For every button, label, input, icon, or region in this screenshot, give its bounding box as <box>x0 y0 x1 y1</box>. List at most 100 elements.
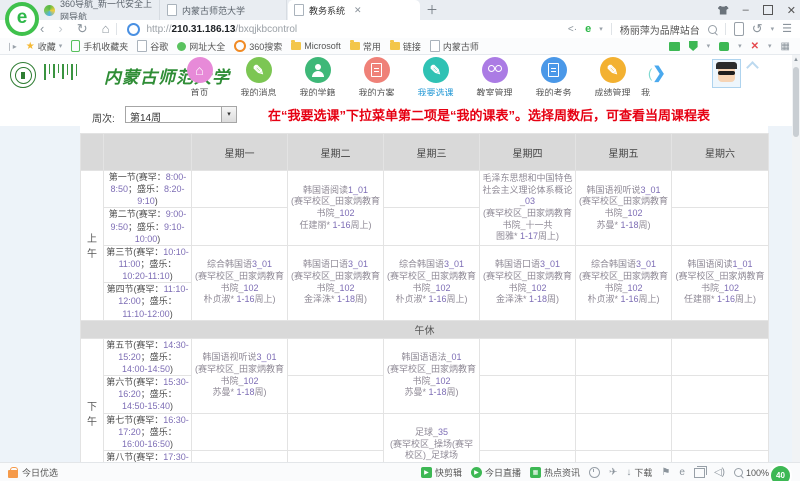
menu-icon[interactable]: ☰ <box>782 21 792 37</box>
apps-grid-icon[interactable]: ▦ <box>781 41 790 52</box>
address-bar: ‹ › ↻ ⌂ http://210.31.186.13/bxqjkbcontr… <box>0 20 800 38</box>
course-cell: 综合韩国语3_01 (赛罕校区_田家炳教育书院_102 朴贞淑* 1-16周上) <box>384 245 480 320</box>
mini-e-icon[interactable]: e <box>585 23 591 35</box>
scrollbar[interactable]: ▲ <box>792 55 800 462</box>
pencil-icon: ✎ <box>253 63 265 77</box>
bookmark-360-search[interactable]: 360搜索 <box>234 40 282 53</box>
bookmark-folder-microsoft[interactable]: Microsoft <box>291 41 341 51</box>
search-input[interactable]: 杨丽萍为品牌站台 <box>620 22 700 37</box>
nav-item-exams[interactable]: 我的考务 <box>524 57 583 99</box>
maximize-button[interactable] <box>763 5 773 15</box>
timetable-cell-empty <box>192 171 288 208</box>
tab-360-nav[interactable]: 360导航_新一代安全上网导航 <box>38 0 160 20</box>
zoom-level[interactable]: 100% <box>734 468 769 478</box>
theme-skin-icon[interactable] <box>718 6 729 15</box>
home-button[interactable]: ⌂ <box>102 21 110 37</box>
tab-bar: e 360导航_新一代安全上网导航 内蒙古师范大学 教务系统 ✕ ＋ – ✕ <box>0 0 800 20</box>
university-seal-icon <box>10 62 36 88</box>
share-icon[interactable]: <· <box>568 24 577 35</box>
browser-logo-icon[interactable]: e <box>5 2 39 36</box>
browser-doctor-icon[interactable]: e <box>679 467 685 478</box>
flag-icon[interactable]: ⚑ <box>661 467 670 478</box>
nav-more-arrow[interactable]: (❯ <box>648 63 666 83</box>
nav-item-grades[interactable]: ✎ 成绩管理 <box>583 57 642 99</box>
bookmark-neimenggu[interactable]: 内蒙古师 <box>430 40 479 53</box>
speed-badge[interactable]: 40 <box>769 464 792 481</box>
multi-window-icon[interactable] <box>694 468 705 478</box>
chevron-down-icon: ▾ <box>771 25 775 33</box>
document-icon <box>371 63 382 77</box>
folder-icon <box>291 42 301 50</box>
translate-extension-icon[interactable] <box>669 42 680 51</box>
forward-button[interactable]: › <box>58 21 62 37</box>
nav-item-messages[interactable]: ✎ 我的消息 <box>229 57 288 99</box>
today-live[interactable]: ▶ 今日直播 <box>471 466 521 479</box>
annotation-text: 在“我要选课”下拉菜单第二项是“我的课表”。选择周数后，可查看当周课程表 <box>268 105 800 124</box>
page-content: 周次: 第14周 ▾ 在“我要选课”下拉菜单第二项是“我的课表”。选择周数后，可… <box>0 96 800 462</box>
addon-extension-icon[interactable] <box>719 42 729 51</box>
minimize-button[interactable]: – <box>743 4 749 16</box>
history-clock-icon[interactable] <box>589 467 600 478</box>
timetable-row: 第七节(赛罕：16:30-17:20；盛乐：16:00-16:50) 足球_35… <box>81 413 769 450</box>
nav-item-home[interactable]: ⌂ 首页 <box>170 57 229 99</box>
chevron-down-icon: ▾ <box>738 42 742 50</box>
period-label: 第六节(赛罕：15:30-16:20；盛乐：14:50-15:40) <box>104 376 192 413</box>
nav-item-plan[interactable]: 我的方案 <box>347 57 406 99</box>
timetable-cell-empty <box>480 376 576 413</box>
mobile-icon[interactable] <box>734 22 744 36</box>
day-header: 星期五 <box>576 134 672 171</box>
bookmark-folder-common[interactable]: 常用 <box>350 40 381 53</box>
tab-title: 教务系统 <box>309 4 345 17</box>
timetable-cell-empty <box>672 338 769 375</box>
period-label: 第五节(赛罕：14:30-15:20；盛乐：14:00-14:50) <box>104 338 192 375</box>
refresh-button[interactable]: ↻ <box>77 21 88 37</box>
status-bar: 今日优选 ▶ 快剪辑 ▶ 今日直播 ▦ 热点资讯 ✈ ↓ 下载 ⚑ e ◁) <box>0 462 800 481</box>
bookmark-mobile-favorites[interactable]: 手机收藏夹 <box>71 40 128 53</box>
page-icon <box>137 40 147 52</box>
today-picks[interactable]: 今日优选 <box>0 466 58 479</box>
shield-extension-icon[interactable] <box>689 41 698 51</box>
game-widget-icon[interactable]: ✈ <box>609 467 617 478</box>
tab-close-icon[interactable]: ✕ <box>354 5 362 16</box>
bookmark-site-daquan[interactable]: 网址大全 <box>177 40 225 53</box>
week-select[interactable]: 第14周 ▾ <box>125 106 237 123</box>
chevron-down-icon: ▾ <box>707 42 711 50</box>
bookmark-folder-links[interactable]: 链接 <box>390 40 421 53</box>
timetable-cell-empty <box>192 208 288 245</box>
timetable-row: 下午 第五节(赛罕：14:30-15:20；盛乐：14:00-14:50) 韩国… <box>81 338 769 375</box>
adblock-extension-icon[interactable]: ✕ <box>751 41 759 52</box>
sidebar-toggle-icon[interactable]: ❘▸ <box>6 42 17 51</box>
new-tab-button[interactable]: ＋ <box>424 2 440 18</box>
quick-clip[interactable]: ▶ 快剪辑 <box>421 466 462 479</box>
speaker-icon[interactable]: ◁) <box>714 467 725 478</box>
bookmark-favorites[interactable]: ★ 收藏 ▾ <box>26 40 63 53</box>
nav-item-course-selection[interactable]: ✎ 我要选课 <box>406 57 465 99</box>
period-label: 第一节(赛罕：8:00-8:50；盛乐：8:20-9:10) <box>104 171 192 208</box>
back-button[interactable]: ‹ <box>40 21 44 37</box>
scrollbar-thumb[interactable] <box>793 67 799 137</box>
nav-item-classroom[interactable]: 教室管理 <box>465 57 524 99</box>
hot-news[interactable]: ▦ 热点资讯 <box>530 466 580 479</box>
dropdown-arrow-icon[interactable]: ▾ <box>221 107 236 122</box>
chevron-down-icon[interactable]: ▾ <box>599 25 603 33</box>
timetable-cell-empty <box>288 338 384 375</box>
timetable-cell-empty <box>480 338 576 375</box>
timetable-header-row: 星期一 星期二 星期三 星期四 星期五 星期六 <box>81 134 769 171</box>
tab-jiaowu-active[interactable]: 教务系统 ✕ <box>288 0 420 20</box>
close-window-button[interactable]: ✕ <box>787 4 796 17</box>
nav-item-student-record[interactable]: 我的学籍 <box>288 57 347 99</box>
collapse-chevron-icon[interactable] <box>746 61 759 74</box>
tab-university[interactable]: 内蒙古师范大学 <box>161 0 287 20</box>
group-morning: 上午 <box>81 171 104 321</box>
search-icon[interactable] <box>708 25 717 34</box>
timetable: 星期一 星期二 星期三 星期四 星期五 星期六 上午 第一节(赛罕：8:00-8… <box>80 133 768 481</box>
main-nav: ⌂ 首页 ✎ 我的消息 我的学籍 我的方案 ✎ 我要选课 教室管理 我的考务 <box>170 57 642 99</box>
undo-icon[interactable]: ↺ <box>752 21 763 37</box>
download-manager[interactable]: ↓ 下载 <box>626 466 652 479</box>
week-selector-row: 周次: 第14周 ▾ 在“我要选课”下拉菜单第二项是“我的课表”。选择周数后，可… <box>80 96 768 133</box>
url-field[interactable]: http://210.31.186.13/bxqjkbcontrol <box>146 24 297 35</box>
avatar[interactable] <box>712 59 741 88</box>
week-value: 第14周 <box>130 109 161 124</box>
bookmark-google[interactable]: 谷歌 <box>137 40 168 53</box>
scroll-up-icon[interactable]: ▲ <box>792 55 800 65</box>
